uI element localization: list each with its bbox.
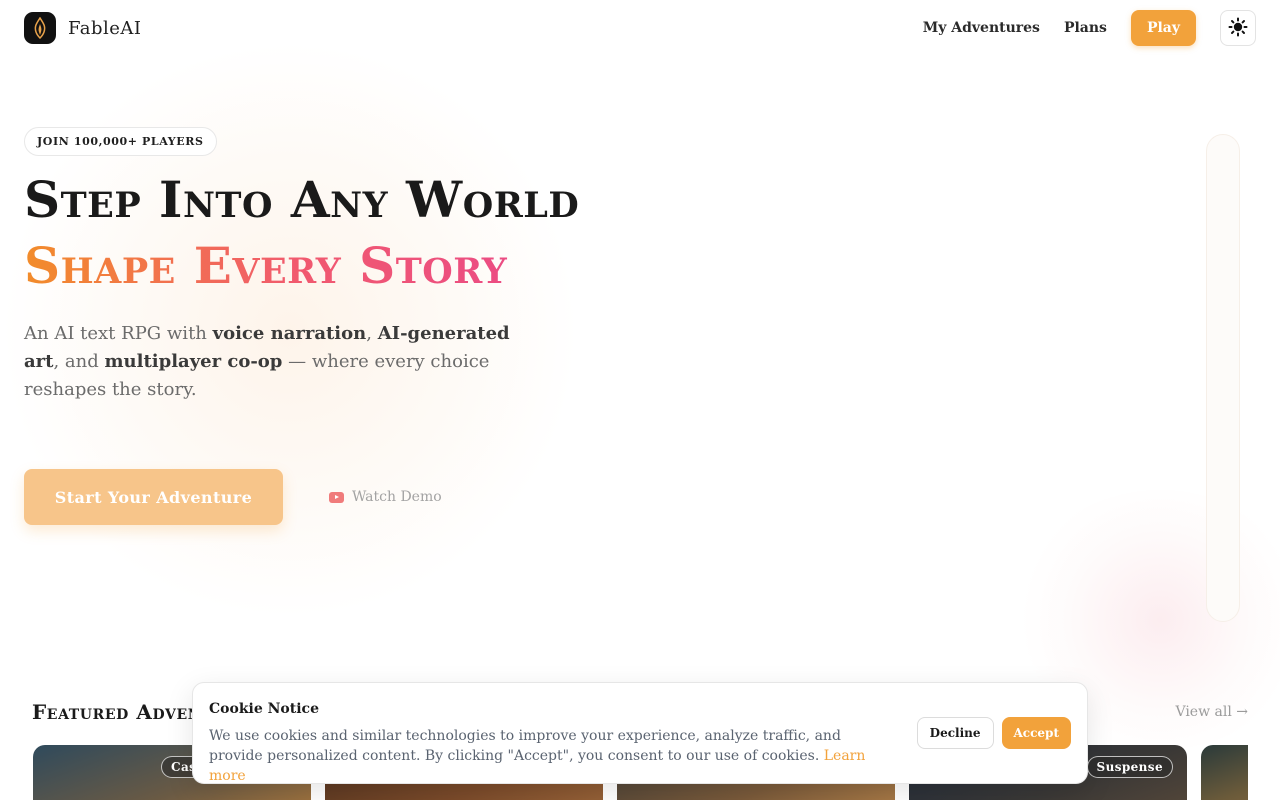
hero-section: JOIN 100,000+ PLAYERS Step Into Any Worl… xyxy=(24,127,624,404)
main-nav: My Adventures Plans Play xyxy=(923,10,1256,46)
sun-icon xyxy=(1228,17,1248,40)
players-badge: JOIN 100,000+ PLAYERS xyxy=(24,127,217,156)
hero-subtitle: An AI text RPG with voice narration, AI-… xyxy=(24,320,534,404)
youtube-icon xyxy=(329,491,344,503)
top-navbar: FableAI My Adventures Plans Play xyxy=(0,0,1280,56)
accept-button[interactable]: Accept xyxy=(1001,717,1071,749)
cookie-text: We use cookies and similar technologies … xyxy=(209,726,869,786)
hero-title-line-1: Step Into Any World xyxy=(24,170,580,229)
genre-tag: Suspense xyxy=(1086,756,1173,778)
cookie-actions: Decline Accept xyxy=(916,717,1071,749)
side-scroll-rail xyxy=(1206,134,1240,622)
feature-voice-narration: voice narration xyxy=(212,323,367,344)
decline-button[interactable]: Decline xyxy=(916,717,994,749)
play-button[interactable]: Play xyxy=(1130,10,1196,46)
view-all-link[interactable]: View all → xyxy=(1175,704,1248,720)
feature-multiplayer: multiplayer co-op xyxy=(104,351,283,372)
cookie-banner: Cookie Notice We use cookies and similar… xyxy=(192,682,1088,784)
hero-cta-row: Start Your Adventure Watch Demo xyxy=(24,469,442,525)
subtitle-text: , xyxy=(366,323,378,344)
watch-demo-link[interactable]: Watch Demo xyxy=(329,489,442,505)
subtitle-text: , and xyxy=(53,351,105,372)
nav-my-adventures[interactable]: My Adventures xyxy=(923,20,1040,36)
nav-plans[interactable]: Plans xyxy=(1064,20,1107,36)
brand[interactable]: FableAI xyxy=(24,12,142,44)
quill-flame-icon xyxy=(24,12,56,44)
hero-title-line-2: Shape Every Story xyxy=(24,236,624,288)
watch-demo-label: Watch Demo xyxy=(352,489,442,505)
cookie-title: Cookie Notice xyxy=(209,701,319,717)
adventure-card[interactable] xyxy=(1201,745,1248,800)
theme-toggle-button[interactable] xyxy=(1220,10,1256,46)
subtitle-text: An AI text RPG with xyxy=(24,323,213,344)
brand-name: FableAI xyxy=(68,17,142,39)
start-adventure-button[interactable]: Start Your Adventure xyxy=(24,469,283,525)
cookie-body: We use cookies and similar technologies … xyxy=(209,728,841,764)
